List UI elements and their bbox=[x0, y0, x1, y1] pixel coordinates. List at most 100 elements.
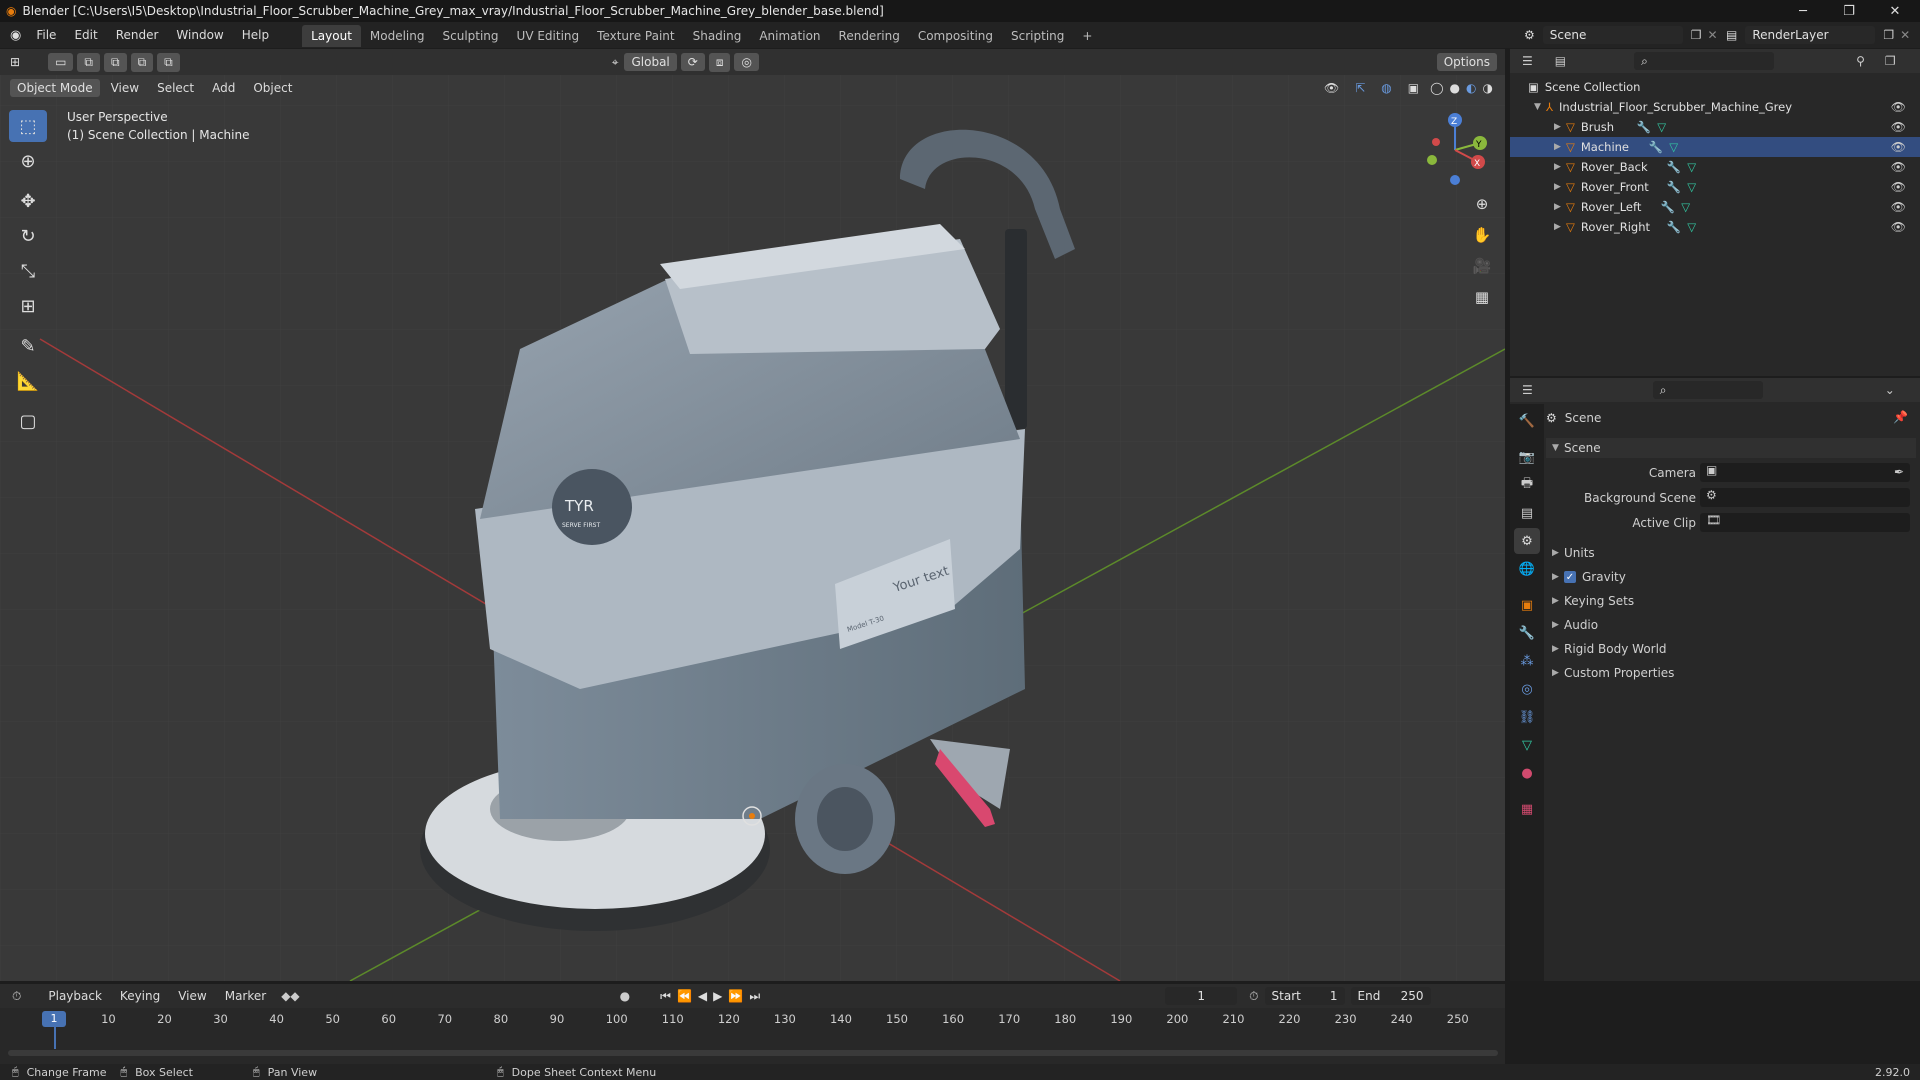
timeline-editor-icon[interactable]: ⏱ bbox=[12, 989, 21, 1004]
visibility-eye-icon[interactable]: 👁 bbox=[1891, 220, 1906, 234]
shading-rendered-icon[interactable]: ◑ bbox=[1483, 81, 1493, 95]
units-panel-header[interactable]: ▶ Units bbox=[1546, 543, 1916, 563]
blender-menu-icon[interactable]: ◉ bbox=[10, 28, 21, 43]
tool-select-box-icon[interactable]: ⬚ bbox=[9, 110, 47, 142]
auto-key-record-icon[interactable]: ● bbox=[620, 989, 630, 1003]
playhead-frame-indicator[interactable]: 1 bbox=[42, 1011, 66, 1027]
expand-arrow-icon[interactable]: ▶ bbox=[1554, 122, 1566, 132]
jump-keyframe-forward-icon[interactable]: ⏩ bbox=[728, 989, 743, 1003]
timeline-menu-playback[interactable]: Playback bbox=[39, 983, 111, 1009]
tab-texture-paint[interactable]: Texture Paint bbox=[588, 25, 683, 47]
play-reverse-icon[interactable]: ◀ bbox=[698, 989, 707, 1003]
filter-icon[interactable]: ⚲ bbox=[1856, 54, 1865, 68]
gravity-checkbox[interactable]: ✓ bbox=[1564, 571, 1576, 583]
modifier-tab-icon[interactable]: 🔧 bbox=[1514, 620, 1540, 646]
background-scene-field[interactable]: ⚙ bbox=[1700, 488, 1910, 507]
material-tab-icon[interactable]: ● bbox=[1514, 760, 1540, 786]
gravity-panel-header[interactable]: ▶ ✓ Gravity bbox=[1546, 567, 1916, 587]
pivot-point-icon[interactable]: ⟳ bbox=[680, 53, 705, 71]
tool-cursor-icon[interactable]: ⊕ bbox=[9, 145, 47, 177]
panel-collapse-icon[interactable]: ▶ bbox=[1552, 668, 1564, 678]
data-tab-icon[interactable]: ▽ bbox=[1514, 732, 1540, 758]
tool-scale-icon[interactable]: ⤡ bbox=[9, 255, 47, 287]
outliner-row-collection[interactable]: ▼ ⅄ Industrial_Floor_Scrubber_Machine_Gr… bbox=[1510, 97, 1920, 117]
world-tab-icon[interactable]: 🌐 bbox=[1514, 556, 1540, 582]
scene-tab-icon[interactable]: ⚙ bbox=[1514, 528, 1540, 554]
tool-rotate-icon[interactable]: ↻ bbox=[9, 220, 47, 252]
delete-scene-icon[interactable]: ✕ bbox=[1708, 28, 1718, 42]
visibility-eye-icon[interactable]: 👁 bbox=[1891, 200, 1906, 214]
current-frame-field[interactable]: 1 bbox=[1165, 987, 1238, 1005]
gizmo-toggle-icon[interactable]: ⇱ bbox=[1355, 81, 1365, 95]
renderlayer-selector[interactable]: ▤ RenderLayer ❐ ✕ bbox=[1726, 25, 1916, 45]
mode-set-icon[interactable]: ⧉ bbox=[77, 52, 100, 72]
custom-properties-panel-header[interactable]: ▶ Custom Properties bbox=[1546, 663, 1916, 683]
viewport-menu-add[interactable]: Add bbox=[203, 75, 244, 101]
properties-search-field[interactable]: ⌕ bbox=[1652, 381, 1763, 399]
panel-collapse-icon[interactable]: ▶ bbox=[1552, 572, 1564, 582]
close-button[interactable]: ✕ bbox=[1872, 0, 1918, 22]
shading-solid-icon[interactable]: ● bbox=[1450, 81, 1460, 95]
outliner-editor-icon[interactable]: ☰ bbox=[1522, 54, 1533, 68]
tab-uv-editing[interactable]: UV Editing bbox=[508, 25, 589, 47]
renderlayer-name-field[interactable]: RenderLayer bbox=[1745, 26, 1876, 44]
visibility-eye-icon[interactable]: 👁 bbox=[1891, 160, 1906, 174]
tool-move-icon[interactable]: ✥ bbox=[9, 185, 47, 217]
timeline-scrollbar[interactable] bbox=[8, 1050, 1498, 1056]
viewport-3d[interactable]: TYR SERVE FIRST Your text Model T-30 bbox=[0, 49, 1505, 981]
menu-help[interactable]: Help bbox=[233, 22, 278, 48]
particles-tab-icon[interactable]: ⁂ bbox=[1514, 648, 1540, 674]
properties-options-icon[interactable]: ⌄ bbox=[1885, 383, 1895, 397]
expand-arrow-icon[interactable]: ▶ bbox=[1554, 202, 1566, 212]
pin-icon[interactable]: 📌 bbox=[1893, 410, 1908, 424]
visibility-eye-icon[interactable]: 👁 bbox=[1891, 180, 1906, 194]
start-frame-field[interactable]: Start 1 bbox=[1264, 987, 1345, 1005]
expand-arrow-icon[interactable]: ▶ bbox=[1554, 162, 1566, 172]
physics-tab-icon[interactable]: ◎ bbox=[1514, 676, 1540, 702]
new-collection-icon[interactable]: ❐ bbox=[1885, 54, 1896, 68]
view-layer-tab-icon[interactable]: ▤ bbox=[1514, 500, 1540, 526]
mode-intersect-icon[interactable]: ⧉ bbox=[157, 52, 180, 72]
ortho-grid-icon[interactable]: ▦ bbox=[1468, 283, 1496, 311]
texture-tab-icon[interactable]: ▦ bbox=[1514, 796, 1540, 822]
timeline-menu-view[interactable]: View bbox=[169, 983, 215, 1009]
end-frame-field[interactable]: End 250 bbox=[1350, 987, 1431, 1005]
output-tab-icon[interactable]: 🖶 bbox=[1514, 472, 1540, 498]
jump-end-icon[interactable]: ⏭ bbox=[749, 989, 760, 1004]
panel-expand-icon[interactable]: ▼ bbox=[1552, 443, 1564, 453]
camera-view-icon[interactable]: 🎥 bbox=[1468, 252, 1496, 280]
tab-scripting[interactable]: Scripting bbox=[1002, 25, 1073, 47]
tab-compositing[interactable]: Compositing bbox=[909, 25, 1002, 47]
menu-window[interactable]: Window bbox=[167, 22, 232, 48]
jump-keyframe-back-icon[interactable]: ⏪ bbox=[677, 989, 692, 1003]
scene-selector[interactable]: ⚙ Scene ❐ ✕ bbox=[1524, 25, 1724, 45]
panel-collapse-icon[interactable]: ▶ bbox=[1552, 644, 1564, 654]
minimize-button[interactable]: ─ bbox=[1780, 0, 1826, 22]
viewport-menu-select[interactable]: Select bbox=[148, 75, 203, 101]
keying-sets-panel-header[interactable]: ▶ Keying Sets bbox=[1546, 591, 1916, 611]
properties-editor-icon[interactable]: ☰ bbox=[1522, 383, 1533, 397]
constraints-tab-icon[interactable]: ⛓ bbox=[1514, 704, 1540, 730]
eyedropper-icon[interactable]: ✒ bbox=[1894, 465, 1904, 479]
shading-wireframe-icon[interactable]: ◯ bbox=[1430, 81, 1443, 95]
jump-start-icon[interactable]: ⏮ bbox=[660, 989, 671, 1004]
pan-hand-icon[interactable]: ✋ bbox=[1468, 221, 1496, 249]
menu-file[interactable]: File bbox=[27, 22, 65, 48]
rigid-body-world-panel-header[interactable]: ▶ Rigid Body World bbox=[1546, 639, 1916, 659]
timeline-menu-marker[interactable]: Marker bbox=[216, 983, 275, 1009]
menu-edit[interactable]: Edit bbox=[65, 22, 106, 48]
expand-arrow-icon[interactable]: ▶ bbox=[1554, 182, 1566, 192]
object-mode-dropdown[interactable]: Object Mode bbox=[10, 79, 100, 97]
mode-extend-icon[interactable]: ⧉ bbox=[103, 52, 127, 72]
delete-renderlayer-icon[interactable]: ✕ bbox=[1900, 28, 1910, 42]
expand-arrow-icon[interactable]: ▶ bbox=[1554, 222, 1566, 232]
tab-sculpting[interactable]: Sculpting bbox=[434, 25, 508, 47]
tool-annotate-icon[interactable]: ✎ bbox=[9, 330, 47, 362]
add-workspace-button[interactable]: + bbox=[1073, 25, 1101, 47]
tool-add-cube-icon[interactable]: ▢ bbox=[9, 405, 47, 437]
object-tab-icon[interactable]: ▣ bbox=[1514, 592, 1540, 618]
scene-panel-header[interactable]: ▼ Scene bbox=[1546, 438, 1916, 458]
outliner-search-field[interactable]: ⌕ bbox=[1634, 52, 1775, 70]
viewport-menu-object[interactable]: Object bbox=[244, 75, 301, 101]
camera-field[interactable]: ▣ ✒ bbox=[1700, 463, 1910, 482]
